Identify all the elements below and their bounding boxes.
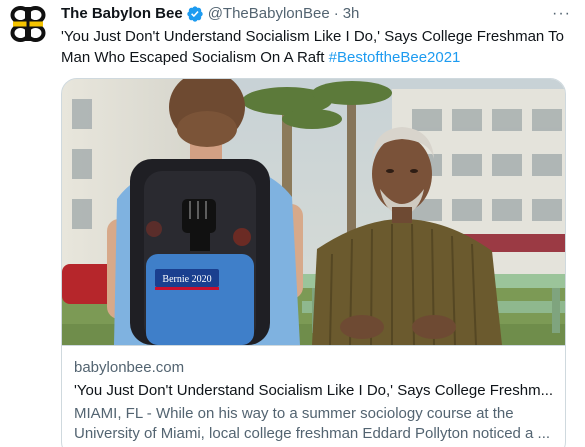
- verified-badge-icon: [186, 5, 204, 23]
- backpack-patch-text: Bernie 2020: [162, 274, 211, 285]
- card-body[interactable]: babylonbee.com 'You Just Don't Understan…: [62, 345, 565, 444]
- card-description: MIAMI, FL - While on his way to a summer…: [74, 405, 551, 442]
- author-name[interactable]: The Babylon Bee: [61, 4, 183, 24]
- card-image[interactable]: Bernie 2020: [62, 79, 566, 345]
- babylon-bee-logo-icon: [6, 2, 50, 46]
- timestamp[interactable]: 3h: [343, 4, 360, 24]
- avatar[interactable]: [6, 2, 50, 46]
- more-options-icon[interactable]: ···: [552, 4, 571, 24]
- tweet-text-body: 'You Just Don't Understand Socialism Lik…: [61, 28, 565, 66]
- card-title[interactable]: 'You Just Don't Understand Socialism Lik…: [74, 381, 555, 401]
- hashtag-link[interactable]: #BestoftheBee2021: [329, 49, 461, 66]
- tweet-header: The Babylon Bee @TheBabylonBee · 3h: [61, 4, 359, 24]
- link-card[interactable]: Bernie 2020 babylonbee.com 'You Just Don…: [61, 78, 566, 447]
- card-domain: babylonbee.com: [74, 359, 185, 376]
- separator-dot: ·: [333, 5, 339, 22]
- tweet[interactable]: The Babylon Bee @TheBabylonBee · 3h ··· …: [0, 0, 585, 447]
- tweet-text: 'You Just Don't Understand Socialism Lik…: [61, 26, 571, 68]
- author-handle[interactable]: @TheBabylonBee: [208, 4, 330, 24]
